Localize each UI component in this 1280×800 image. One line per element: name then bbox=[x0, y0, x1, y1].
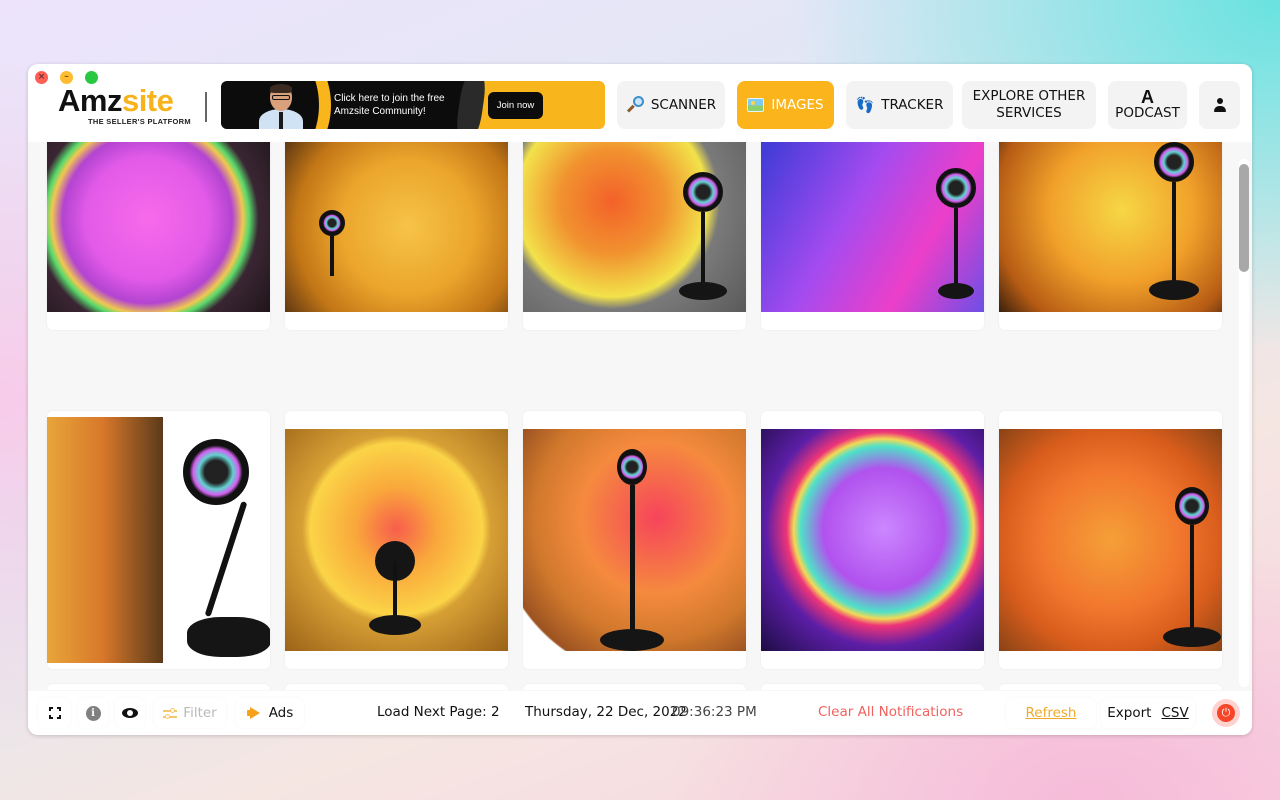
eye-icon bbox=[122, 708, 138, 718]
nav-explore-label-line2: SERVICES bbox=[996, 105, 1062, 121]
image-icon bbox=[747, 98, 765, 112]
product-image[interactable] bbox=[523, 142, 746, 312]
image-card[interactable] bbox=[523, 684, 746, 690]
join-now-button[interactable]: Join now bbox=[488, 92, 543, 119]
image-card[interactable] bbox=[761, 684, 984, 690]
nav-scanner-button[interactable]: SCANNER bbox=[617, 81, 725, 129]
image-card[interactable] bbox=[523, 142, 746, 330]
user-icon bbox=[1213, 98, 1227, 112]
minimize-window-button[interactable]: – bbox=[60, 71, 73, 84]
image-card[interactable] bbox=[285, 411, 508, 669]
product-image[interactable] bbox=[761, 142, 984, 312]
current-date: Thursday, 22 Dec, 2022 bbox=[525, 704, 687, 720]
image-card[interactable] bbox=[47, 411, 270, 669]
scrollbar-track[interactable] bbox=[1238, 158, 1250, 688]
header: Amzsite THE SELLER'S PLATFORM Click here… bbox=[28, 64, 1252, 142]
visibility-button[interactable] bbox=[115, 698, 145, 728]
banner-person-image bbox=[259, 84, 303, 129]
refresh-label: Refresh bbox=[1025, 705, 1077, 721]
image-card[interactable] bbox=[285, 142, 508, 330]
logo-part1: Amz bbox=[58, 83, 122, 118]
power-icon: ⏻ bbox=[1217, 704, 1235, 722]
info-button[interactable]: i bbox=[78, 698, 108, 728]
logo-part2: site bbox=[121, 83, 174, 118]
export-label: Export bbox=[1107, 705, 1152, 721]
product-image[interactable] bbox=[47, 417, 270, 663]
nav-podcast-label: PODCAST bbox=[1115, 104, 1180, 121]
filter-button[interactable]: Filter bbox=[154, 698, 226, 728]
product-image[interactable] bbox=[285, 429, 508, 651]
window-controls: × – bbox=[35, 71, 98, 84]
filter-label: Filter bbox=[183, 705, 217, 721]
nav-explore-label-line1: EXPLORE OTHER bbox=[972, 88, 1086, 104]
image-card[interactable] bbox=[999, 142, 1222, 330]
sliders-icon bbox=[163, 707, 178, 719]
nav-tracker-label: TRACKER bbox=[881, 96, 944, 113]
logo-divider bbox=[205, 92, 207, 122]
product-image[interactable] bbox=[523, 429, 746, 651]
load-next-page-button[interactable]: Load Next Page: 2 bbox=[377, 704, 500, 720]
product-image[interactable] bbox=[999, 142, 1222, 312]
magnifier-icon bbox=[626, 96, 644, 114]
footprints-icon: 👣 bbox=[855, 95, 875, 114]
image-card[interactable] bbox=[47, 684, 270, 690]
export-format-label: CSV bbox=[1161, 705, 1189, 721]
power-button[interactable]: ⏻ bbox=[1212, 699, 1240, 727]
amzsite-a-icon: A bbox=[1141, 86, 1154, 107]
nav-tracker-button[interactable]: 👣 TRACKER bbox=[846, 81, 953, 129]
current-time: 09:36:23 PM bbox=[672, 704, 757, 720]
scrollbar-thumb[interactable] bbox=[1239, 164, 1249, 272]
ads-label: Ads bbox=[268, 705, 294, 721]
clear-notifications-button[interactable]: Clear All Notifications bbox=[818, 704, 963, 720]
maximize-window-button[interactable] bbox=[85, 71, 98, 84]
image-grid bbox=[28, 142, 1238, 690]
close-window-button[interactable]: × bbox=[35, 71, 48, 84]
nav-podcast-button[interactable]: A PODCAST bbox=[1108, 81, 1187, 129]
megaphone-icon bbox=[246, 707, 263, 719]
export-csv-button[interactable]: Export CSV bbox=[1101, 698, 1195, 728]
product-image[interactable] bbox=[285, 142, 508, 312]
banner-text: Click here to join the free Amzsite Comm… bbox=[334, 93, 445, 117]
logo-tagline: THE SELLER'S PLATFORM bbox=[88, 117, 191, 126]
fullscreen-button[interactable] bbox=[38, 698, 71, 728]
image-card[interactable] bbox=[999, 411, 1222, 669]
image-card[interactable] bbox=[761, 142, 984, 330]
logo-wordmark: Amzsite bbox=[58, 84, 198, 118]
info-icon: i bbox=[85, 705, 101, 721]
account-button[interactable] bbox=[1199, 81, 1240, 129]
refresh-button[interactable]: Refresh bbox=[1006, 698, 1096, 728]
product-image[interactable] bbox=[47, 142, 270, 312]
nav-explore-services-button[interactable]: EXPLORE OTHER SERVICES bbox=[962, 81, 1096, 129]
footer-toolbar: i Filter Ads Load Next Page: 2 Thursday,… bbox=[28, 691, 1252, 735]
image-card[interactable] bbox=[999, 684, 1222, 690]
community-banner[interactable]: Click here to join the free Amzsite Comm… bbox=[221, 81, 605, 129]
image-card[interactable] bbox=[47, 142, 270, 330]
nav-scanner-label: SCANNER bbox=[650, 96, 717, 113]
nav-images-label: IMAGES bbox=[771, 96, 824, 113]
expand-icon bbox=[48, 707, 61, 719]
ads-button[interactable]: Ads bbox=[236, 698, 304, 728]
image-card[interactable] bbox=[761, 411, 984, 669]
product-image[interactable] bbox=[999, 429, 1222, 651]
product-image[interactable] bbox=[761, 429, 984, 651]
image-card[interactable] bbox=[285, 684, 508, 690]
amzsite-logo[interactable]: Amzsite THE SELLER'S PLATFORM bbox=[58, 84, 198, 127]
app-window: × – Amzsite THE SELLER'S PLATFORM Click … bbox=[28, 64, 1252, 735]
image-card[interactable] bbox=[523, 411, 746, 669]
nav-images-button[interactable]: IMAGES bbox=[737, 81, 834, 129]
